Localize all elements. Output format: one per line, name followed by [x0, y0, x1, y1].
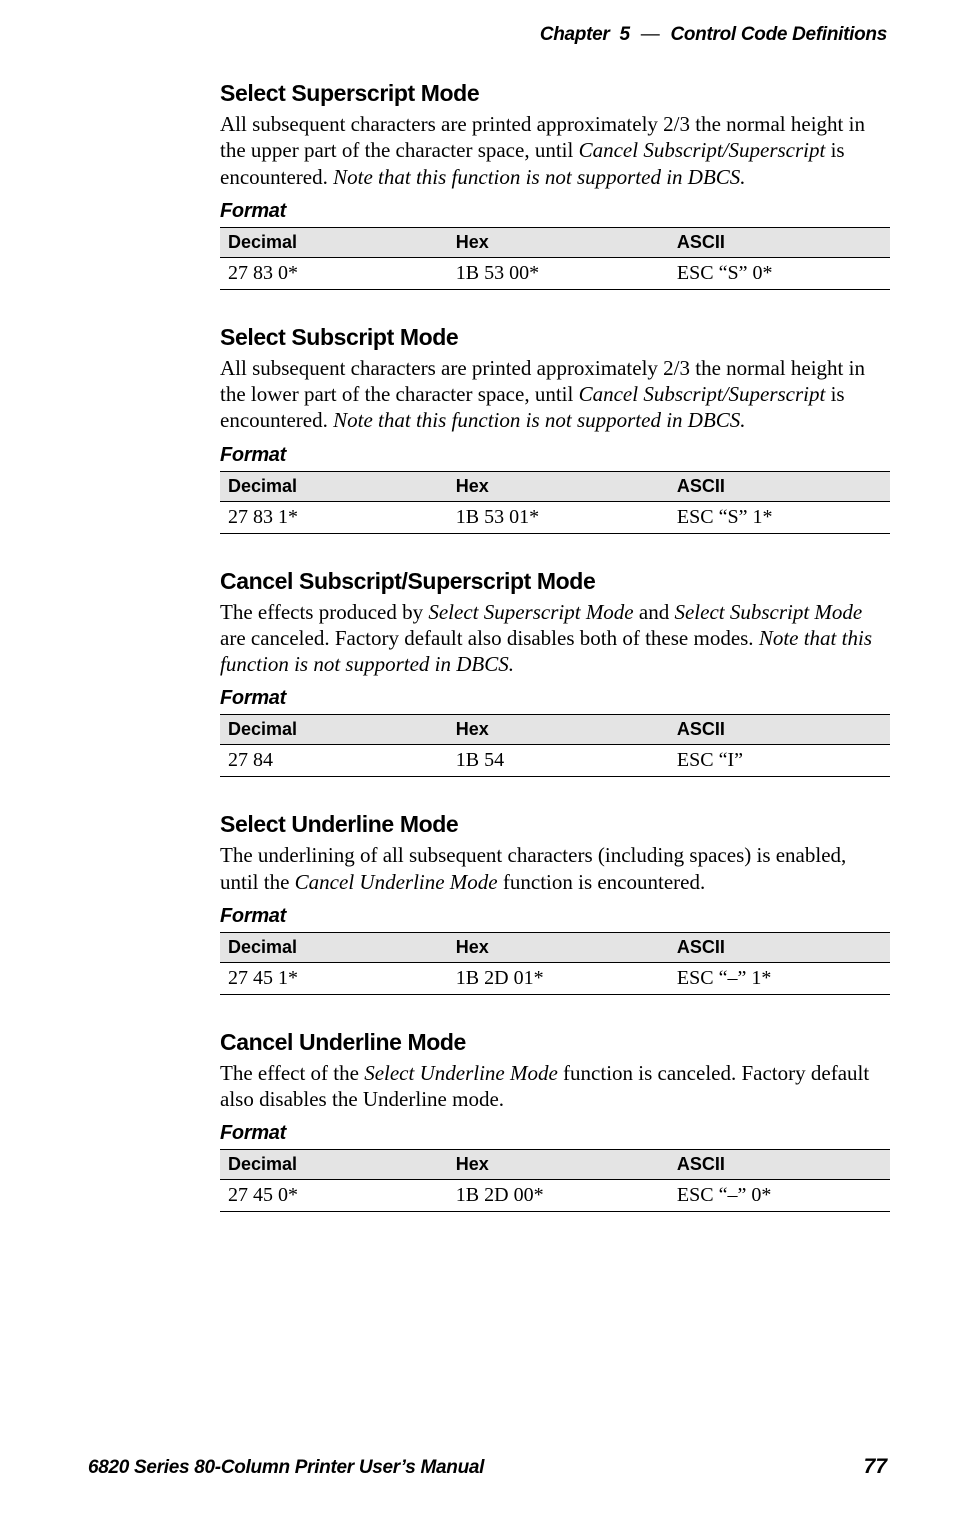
cell-ascii: ESC “–” 0*: [669, 1180, 890, 1212]
section-title: Select Underline Mode: [220, 811, 890, 838]
section-cancel-underline: Cancel Underline Mode The effect of the …: [220, 1029, 890, 1213]
body-ital: Cancel Subscript/Superscript: [579, 382, 826, 406]
table-header-row: Decimal Hex ASCII: [220, 1150, 890, 1180]
cell-hex: 1B 53 01*: [448, 501, 669, 533]
cell-decimal: 27 45 1*: [220, 962, 448, 994]
section-select-underline: Select Underline Mode The underlining of…: [220, 811, 890, 995]
footer-manual-title: 6820 Series 80-Column Printer User’s Man…: [88, 1457, 484, 1479]
body-text: are canceled. Factory default also disab…: [220, 626, 759, 650]
col-ascii: ASCII: [669, 227, 890, 257]
header-dash: —: [635, 24, 666, 45]
body-ital: Select Superscript Mode: [428, 600, 633, 624]
body-text: The effect of the: [220, 1061, 364, 1085]
body-ital: Select Subscript Mode: [674, 600, 862, 624]
table-row: 27 83 1* 1B 53 01* ESC “S” 1*: [220, 501, 890, 533]
header-title: Control Code Definitions: [670, 24, 887, 45]
format-table: Decimal Hex ASCII 27 45 0* 1B 2D 00* ESC…: [220, 1149, 890, 1212]
format-heading: Format: [220, 1122, 890, 1145]
section-body: The underlining of all subsequent charac…: [220, 842, 890, 895]
col-hex: Hex: [448, 227, 669, 257]
content-area: Select Superscript Mode All subsequent c…: [220, 80, 890, 1212]
cell-decimal: 27 83 1*: [220, 501, 448, 533]
format-heading: Format: [220, 687, 890, 710]
format-table: Decimal Hex ASCII 27 45 1* 1B 2D 01* ESC…: [220, 932, 890, 995]
page: Chapter 5 — Control Code Definitions Sel…: [0, 0, 975, 1515]
body-ital: Note that this function is not supported…: [333, 165, 745, 189]
table-row: 27 45 0* 1B 2D 00* ESC “–” 0*: [220, 1180, 890, 1212]
col-decimal: Decimal: [220, 1150, 448, 1180]
cell-decimal: 27 84: [220, 745, 448, 777]
section-cancel-sub-super: Cancel Subscript/Superscript Mode The ef…: [220, 568, 890, 778]
section-select-superscript: Select Superscript Mode All subsequent c…: [220, 80, 890, 290]
table-header-row: Decimal Hex ASCII: [220, 932, 890, 962]
cell-ascii: ESC “–” 1*: [669, 962, 890, 994]
header-chapter-word: Chapter: [540, 24, 610, 45]
table-row: 27 45 1* 1B 2D 01* ESC “–” 1*: [220, 962, 890, 994]
section-body: The effect of the Select Underline Mode …: [220, 1060, 890, 1113]
format-table: Decimal Hex ASCII 27 84 1B 54 ESC “I”: [220, 714, 890, 777]
body-text: function is encountered.: [498, 870, 706, 894]
running-header: Chapter 5 — Control Code Definitions: [540, 24, 887, 46]
body-text: and: [634, 600, 675, 624]
format-heading: Format: [220, 905, 890, 928]
col-decimal: Decimal: [220, 932, 448, 962]
section-body: The effects produced by Select Superscri…: [220, 599, 890, 678]
section-title: Select Superscript Mode: [220, 80, 890, 107]
cell-hex: 1B 2D 01*: [448, 962, 669, 994]
section-title: Cancel Subscript/Superscript Mode: [220, 568, 890, 595]
running-footer: 6820 Series 80-Column Printer User’s Man…: [88, 1455, 887, 1479]
col-ascii: ASCII: [669, 1150, 890, 1180]
body-ital: Cancel Subscript/Superscript: [579, 138, 826, 162]
col-ascii: ASCII: [669, 715, 890, 745]
col-ascii: ASCII: [669, 932, 890, 962]
section-select-subscript: Select Subscript Mode All subsequent cha…: [220, 324, 890, 534]
body-ital: Select Underline Mode: [364, 1061, 558, 1085]
cell-hex: 1B 54: [448, 745, 669, 777]
section-body: All subsequent characters are printed ap…: [220, 111, 890, 190]
table-row: 27 84 1B 54 ESC “I”: [220, 745, 890, 777]
col-decimal: Decimal: [220, 471, 448, 501]
section-body: All subsequent characters are printed ap…: [220, 355, 890, 434]
cell-ascii: ESC “S” 0*: [669, 257, 890, 289]
format-table: Decimal Hex ASCII 27 83 1* 1B 53 01* ESC…: [220, 471, 890, 534]
cell-hex: 1B 53 00*: [448, 257, 669, 289]
col-hex: Hex: [448, 932, 669, 962]
body-ital: Cancel Underline Mode: [295, 870, 498, 894]
section-title: Cancel Underline Mode: [220, 1029, 890, 1056]
footer-page-number: 77: [864, 1455, 887, 1479]
cell-decimal: 27 45 0*: [220, 1180, 448, 1212]
table-header-row: Decimal Hex ASCII: [220, 471, 890, 501]
cell-ascii: ESC “I”: [669, 745, 890, 777]
section-title: Select Subscript Mode: [220, 324, 890, 351]
col-ascii: ASCII: [669, 471, 890, 501]
format-heading: Format: [220, 200, 890, 223]
col-hex: Hex: [448, 715, 669, 745]
table-row: 27 83 0* 1B 53 00* ESC “S” 0*: [220, 257, 890, 289]
table-header-row: Decimal Hex ASCII: [220, 715, 890, 745]
cell-hex: 1B 2D 00*: [448, 1180, 669, 1212]
col-hex: Hex: [448, 1150, 669, 1180]
col-decimal: Decimal: [220, 227, 448, 257]
header-chapter-num: 5: [619, 24, 629, 45]
format-heading: Format: [220, 444, 890, 467]
table-header-row: Decimal Hex ASCII: [220, 227, 890, 257]
body-text: The effects produced by: [220, 600, 428, 624]
cell-ascii: ESC “S” 1*: [669, 501, 890, 533]
col-hex: Hex: [448, 471, 669, 501]
body-ital: Note that this function is not supported…: [333, 408, 745, 432]
format-table: Decimal Hex ASCII 27 83 0* 1B 53 00* ESC…: [220, 227, 890, 290]
col-decimal: Decimal: [220, 715, 448, 745]
cell-decimal: 27 83 0*: [220, 257, 448, 289]
